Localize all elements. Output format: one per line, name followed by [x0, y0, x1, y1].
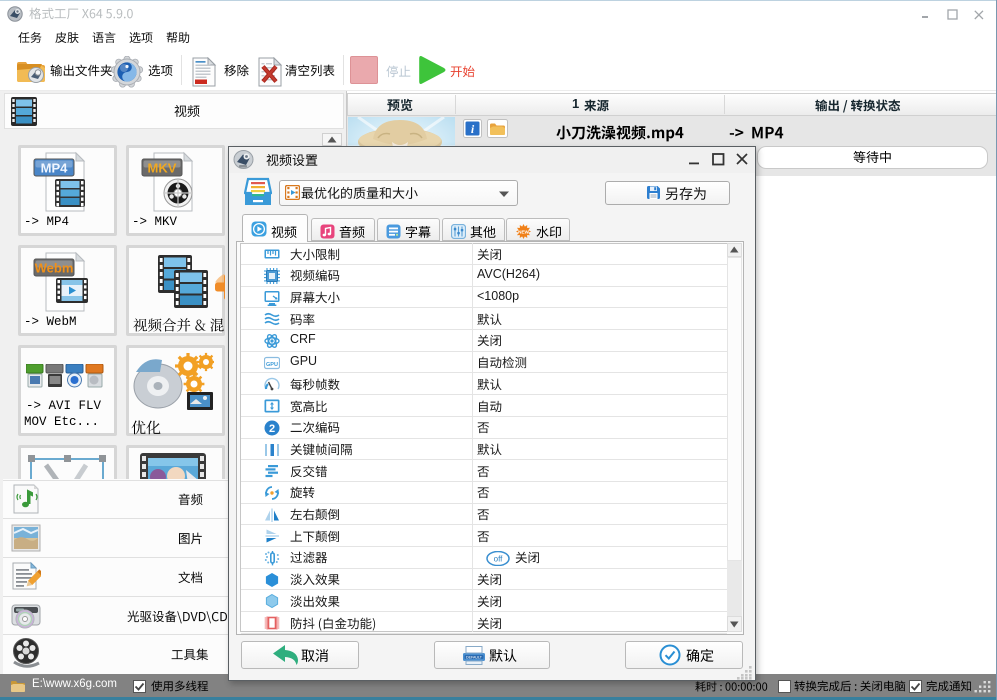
svg-text:off: off — [494, 554, 504, 563]
svg-text:MP4: MP4 — [41, 161, 69, 176]
svg-text:MKV: MKV — [148, 161, 177, 176]
svg-text:NEW: NEW — [518, 230, 529, 235]
svg-text:2: 2 — [269, 423, 275, 435]
svg-text:Webm: Webm — [35, 261, 74, 276]
svg-text:DEFAULT: DEFAULT — [466, 655, 483, 659]
svg-text:GPU: GPU — [266, 362, 278, 368]
